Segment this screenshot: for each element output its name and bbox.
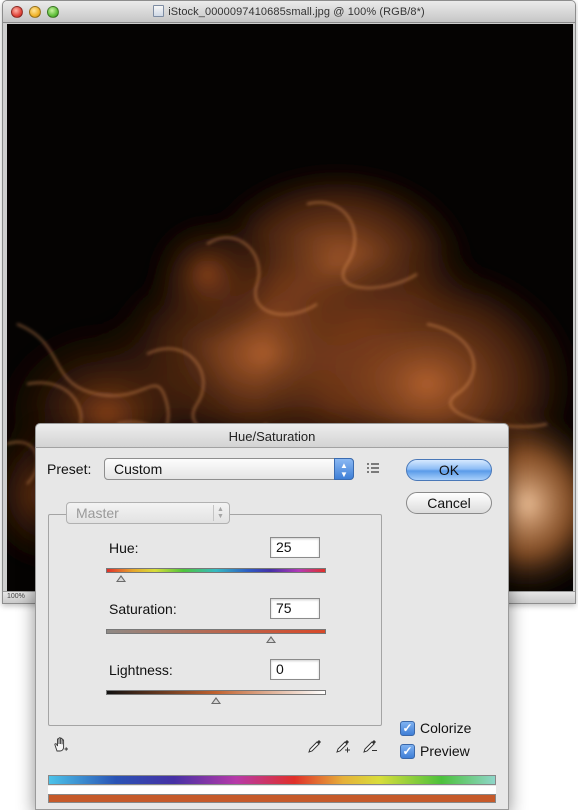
preset-options-icon[interactable] — [366, 461, 380, 475]
hue-saturation-dialog: Hue/Saturation Preset: Custom ▲ ▼ OK Canc… — [35, 423, 509, 810]
ok-button[interactable]: OK — [406, 459, 492, 481]
saturation-slider-track[interactable] — [106, 629, 326, 634]
channel-value: Master — [76, 505, 119, 521]
preset-value: Custom — [114, 461, 163, 477]
document-titlebar[interactable]: iStock_0000097410685small.jpg @ 100% (RG… — [3, 1, 575, 23]
hand-tool-icon[interactable] — [52, 736, 70, 754]
output-spectrum-bar — [48, 794, 496, 803]
hue-slider-thumb[interactable] — [116, 575, 127, 582]
dialog-titlebar[interactable]: Hue/Saturation — [36, 424, 508, 448]
cancel-button[interactable]: Cancel — [406, 492, 492, 514]
input-spectrum-bar — [48, 775, 496, 785]
eyedropper-plus-icon[interactable] — [335, 738, 351, 754]
dialog-title: Hue/Saturation — [228, 429, 316, 444]
spectrum-separator — [48, 786, 496, 794]
select-arrows-icon: ▲ ▼ — [334, 458, 354, 480]
hue-slider-track[interactable] — [106, 568, 326, 573]
hue-input[interactable]: 25 — [270, 537, 320, 558]
lightness-input[interactable]: 0 — [270, 659, 320, 680]
colorize-label[interactable]: Colorize — [420, 720, 471, 736]
document-title-wrap: iStock_0000097410685small.jpg @ 100% (RG… — [3, 5, 575, 18]
hue-label: Hue: — [109, 540, 139, 556]
select-arrows-icon: ▲ ▼ — [213, 505, 227, 521]
colorize-checkbox[interactable]: ✓ — [400, 721, 415, 736]
zoom-readout[interactable]: 100% — [7, 593, 25, 600]
preset-select[interactable]: Custom ▲ ▼ — [104, 458, 354, 480]
lightness-slider-track[interactable] — [106, 690, 326, 695]
file-icon — [153, 5, 165, 17]
preview-label[interactable]: Preview — [420, 743, 470, 759]
saturation-input[interactable]: 75 — [270, 598, 320, 619]
channel-select: Master ▲ ▼ — [66, 502, 230, 524]
lightness-label: Lightness: — [109, 662, 173, 678]
eyedropper-icon[interactable] — [307, 738, 323, 754]
saturation-label: Saturation: — [109, 601, 177, 617]
preset-label: Preset: — [47, 461, 92, 477]
lightness-slider-thumb[interactable] — [211, 697, 221, 704]
preview-checkbox[interactable]: ✓ — [400, 744, 415, 759]
saturation-slider-thumb[interactable] — [266, 636, 276, 643]
eyedropper-minus-icon[interactable] — [362, 738, 378, 754]
document-title: iStock_0000097410685small.jpg @ 100% (RG… — [168, 6, 425, 18]
